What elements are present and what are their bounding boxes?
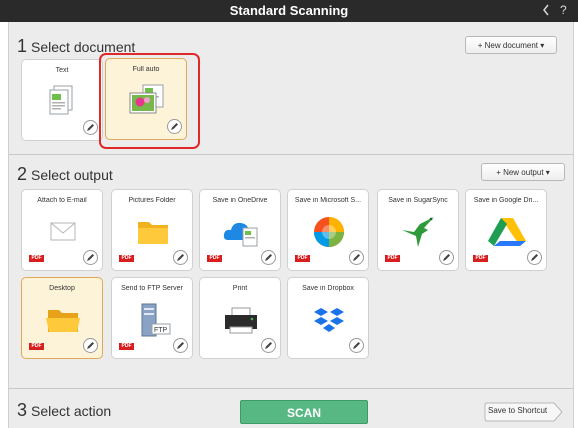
section-number: 1: [17, 36, 28, 56]
output-card-dropbox[interactable]: Save in Dropbox: [287, 277, 369, 359]
main-panel: 1Select document + New document ▾ Text: [8, 22, 574, 428]
title-bar: Standard Scanning ?: [0, 0, 578, 22]
card-label: Print: [232, 285, 248, 292]
pdf-badge: PDF: [385, 255, 400, 262]
onedrive-icon: [220, 214, 262, 250]
save-to-shortcut-button[interactable]: Save to Shortcut: [484, 402, 564, 422]
section-title: Select output: [31, 167, 113, 183]
svg-text:FTP: FTP: [154, 327, 168, 334]
save-to-shortcut-label: Save to Shortcut: [488, 406, 548, 415]
text-document-icon: [42, 84, 84, 120]
output-card-sugarsync[interactable]: Save in SugarSync PDF: [377, 189, 459, 271]
chevron-left-icon[interactable]: [541, 2, 551, 21]
pencil-icon[interactable]: [83, 338, 98, 353]
output-card-pictures-folder[interactable]: Pictures Folder PDF: [111, 189, 193, 271]
document-card-text[interactable]: Text: [21, 59, 103, 141]
card-label: Attach to E-mail: [37, 197, 87, 204]
card-label: Save in OneDrive: [212, 197, 268, 204]
output-section-heading: 2 Select output: [17, 164, 113, 185]
section-number: 3: [17, 400, 28, 420]
folder-icon: [132, 214, 174, 250]
selection-highlight: [99, 53, 200, 149]
ftp-server-icon: FTP: [132, 302, 174, 338]
printer-icon: [220, 302, 262, 338]
card-label: Save in Microsoft S...: [294, 197, 362, 204]
open-folder-icon: [42, 302, 84, 338]
pencil-icon[interactable]: [261, 338, 276, 353]
card-label: Save in Dropbox: [302, 285, 354, 292]
pencil-icon[interactable]: [173, 338, 188, 353]
scan-button[interactable]: SCAN: [240, 400, 368, 424]
help-icon[interactable]: ?: [560, 3, 567, 17]
new-output-label: + New output ▾: [496, 168, 550, 177]
section-divider: [9, 154, 573, 155]
card-label: Send to FTP Server: [121, 285, 183, 292]
section-number: 2: [17, 164, 28, 184]
pdf-badge: PDF: [295, 255, 310, 262]
pencil-icon[interactable]: [83, 120, 98, 135]
section-divider: [9, 388, 573, 389]
pdf-badge: PDF: [29, 255, 44, 262]
action-section-heading: 3 Select action: [17, 400, 111, 421]
pencil-icon[interactable]: [527, 250, 542, 265]
pencil-icon[interactable]: [349, 250, 364, 265]
card-label: Save in SugarSync: [388, 197, 448, 204]
pdf-badge: PDF: [473, 255, 488, 262]
output-card-onedrive[interactable]: Save in OneDrive PDF: [199, 189, 281, 271]
output-card-google-drive[interactable]: Save in Google Dri... PDF: [465, 189, 547, 271]
pencil-icon[interactable]: [349, 338, 364, 353]
card-label: Pictures Folder: [128, 197, 176, 204]
email-icon: [42, 214, 84, 250]
pdf-badge: PDF: [119, 343, 134, 350]
sharepoint-icon: [308, 214, 350, 250]
output-card-attach-to-email[interactable]: Attach to E-mail PDF: [21, 189, 103, 271]
new-output-button[interactable]: + New output ▾: [481, 163, 565, 181]
google-drive-icon: [486, 214, 528, 250]
card-label: Save in Google Dri...: [473, 197, 539, 204]
pdf-badge: PDF: [119, 255, 134, 262]
output-card-microsoft-sharepoint[interactable]: Save in Microsoft S... PDF: [287, 189, 369, 271]
window-title: Standard Scanning: [229, 3, 349, 18]
pdf-badge: PDF: [29, 343, 44, 350]
pencil-icon[interactable]: [261, 250, 276, 265]
dropbox-icon: [308, 302, 350, 338]
pencil-icon[interactable]: [439, 250, 454, 265]
section-title: Select action: [31, 403, 112, 419]
pencil-icon[interactable]: [173, 250, 188, 265]
output-card-desktop[interactable]: Desktop PDF: [21, 277, 103, 359]
new-document-label: + New document ▾: [477, 41, 545, 50]
output-card-print[interactable]: Print: [199, 277, 281, 359]
sugarsync-icon: [398, 214, 440, 250]
output-card-ftp-server[interactable]: Send to FTP Server FTP PDF: [111, 277, 193, 359]
pencil-icon[interactable]: [83, 250, 98, 265]
pdf-badge: PDF: [207, 255, 222, 262]
card-label: Desktop: [49, 285, 75, 292]
app-window: Standard Scanning ? 1 Select document + N…: [0, 0, 578, 428]
card-label: Text: [55, 67, 69, 74]
scan-button-label: SCAN: [286, 406, 321, 420]
new-document-button[interactable]: + New document ▾: [465, 36, 557, 54]
